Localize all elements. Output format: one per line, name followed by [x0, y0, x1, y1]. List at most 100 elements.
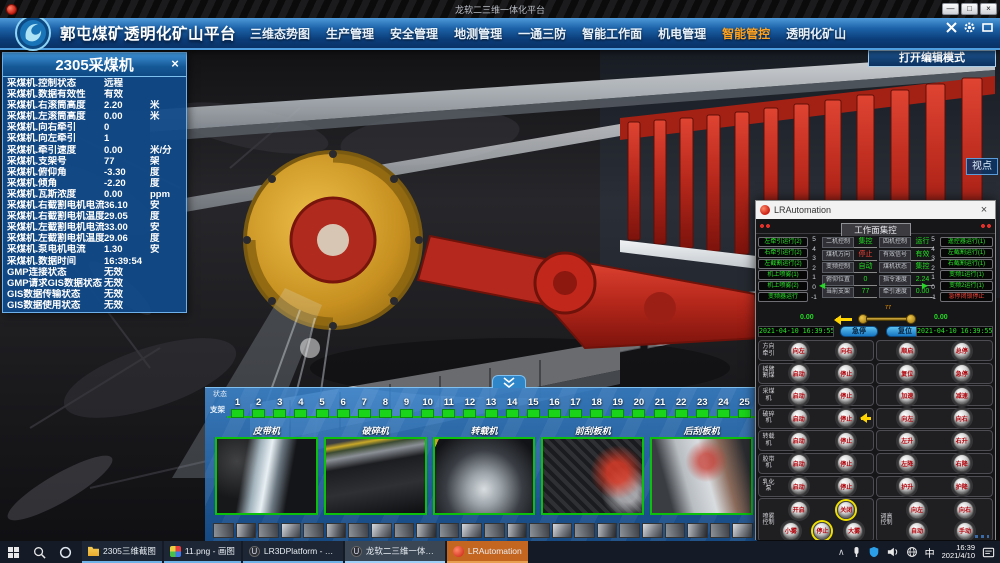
- filmstrip-thumb[interactable]: [687, 523, 708, 538]
- filmstrip-thumb[interactable]: [710, 523, 731, 538]
- start-button[interactable]: [0, 541, 26, 563]
- camera-thumbnail[interactable]: [324, 437, 427, 515]
- control-button[interactable]: 向右: [837, 342, 855, 360]
- nav-item[interactable]: 透明化矿山: [778, 25, 854, 42]
- status-lamp[interactable]: 左截割运行(2): [758, 259, 808, 269]
- filmstrip-thumb[interactable]: [326, 523, 347, 538]
- control-button[interactable]: 停止: [837, 364, 855, 382]
- lr-close-icon[interactable]: ×: [977, 204, 991, 216]
- nav-item[interactable]: 机电管理: [650, 25, 714, 42]
- control-button[interactable]: 大雾: [845, 522, 863, 540]
- taskbar-task[interactable]: 龙软二三维一体化...: [345, 541, 445, 563]
- support-cell[interactable]: 4: [290, 396, 311, 423]
- camera-thumbnail[interactable]: [215, 437, 318, 515]
- support-cell[interactable]: 16: [544, 396, 565, 423]
- maximize-button[interactable]: □: [961, 3, 978, 15]
- taskbar-task[interactable]: LR3DPlatform - U...: [243, 541, 343, 563]
- camera-thumbnail[interactable]: [541, 437, 644, 515]
- control-button[interactable]: 向左: [908, 501, 926, 519]
- control-button[interactable]: 停止: [813, 522, 831, 540]
- support-cell[interactable]: 10: [417, 396, 438, 423]
- filmstrip-thumb[interactable]: [732, 523, 753, 538]
- control-button[interactable]: 启动: [790, 364, 808, 382]
- control-button[interactable]: 启动: [790, 409, 808, 427]
- control-button[interactable]: 护升: [898, 477, 916, 495]
- support-cell[interactable]: 13: [481, 396, 502, 423]
- minimize-button[interactable]: —: [942, 3, 959, 15]
- control-button[interactable]: 停止: [837, 454, 855, 472]
- nav-item[interactable]: 地测管理: [446, 25, 510, 42]
- control-button[interactable]: 启动: [790, 432, 808, 450]
- control-button[interactable]: 关闭: [837, 501, 855, 519]
- control-button[interactable]: 向右: [956, 501, 974, 519]
- control-button[interactable]: 停止: [837, 387, 855, 405]
- status-lamp[interactable]: 右截割运行(1): [940, 259, 993, 269]
- taskbar-task[interactable]: 2305三维截图: [82, 541, 162, 563]
- filmstrip-thumb[interactable]: [507, 523, 528, 538]
- filmstrip-thumb[interactable]: [461, 523, 482, 538]
- filmstrip-thumb[interactable]: [665, 523, 686, 538]
- status-lamp[interactable]: 变频1运行(1): [940, 270, 993, 280]
- nav-item[interactable]: 智能工作面: [574, 25, 650, 42]
- filmstrip-thumb[interactable]: [258, 523, 279, 538]
- camera-thumbnail[interactable]: [650, 437, 753, 515]
- control-button[interactable]: 急停: [953, 364, 971, 382]
- filmstrip-thumb[interactable]: [371, 523, 392, 538]
- control-button[interactable]: 开启: [790, 501, 808, 519]
- control-button[interactable]: 护降: [953, 477, 971, 495]
- taskbar-task[interactable]: 11.png - 画图: [164, 541, 241, 563]
- collapse-chevron-button[interactable]: [492, 375, 526, 388]
- filmstrip-thumb[interactable]: [439, 523, 460, 538]
- control-button[interactable]: 复位: [898, 364, 916, 382]
- control-button[interactable]: 左降: [898, 454, 916, 472]
- edit-mode-button[interactable]: 打开编辑模式: [868, 50, 996, 67]
- clock[interactable]: 16:39 2021/4/10: [942, 544, 975, 560]
- action-center-icon[interactable]: [982, 546, 995, 559]
- filmstrip-thumb[interactable]: [236, 523, 257, 538]
- support-cell[interactable]: 1: [227, 396, 248, 423]
- control-button[interactable]: 停止: [837, 409, 855, 427]
- window-restore-icon[interactable]: [981, 21, 994, 34]
- filmstrip-thumb[interactable]: [394, 523, 415, 538]
- control-button[interactable]: 向左: [898, 409, 916, 427]
- nav-item[interactable]: 智能管控: [714, 25, 778, 42]
- control-button[interactable]: 右降: [953, 454, 971, 472]
- close-button[interactable]: ×: [980, 3, 997, 15]
- tools-icon[interactable]: [945, 21, 958, 34]
- status-lamp[interactable]: 左截割运行(1): [940, 248, 993, 258]
- filmstrip-thumb[interactable]: [348, 523, 369, 538]
- filmstrip-thumb[interactable]: [597, 523, 618, 538]
- filmstrip-thumb[interactable]: [484, 523, 505, 538]
- filmstrip-thumb[interactable]: [303, 523, 324, 538]
- cortana-button[interactable]: [52, 541, 78, 563]
- support-cell[interactable]: 5: [312, 396, 333, 423]
- search-button[interactable]: [26, 541, 52, 563]
- tray-expand-icon[interactable]: ∧: [838, 547, 845, 558]
- panel-close-icon[interactable]: ×: [167, 56, 183, 72]
- gear-icon[interactable]: [963, 21, 976, 34]
- speaker-icon[interactable]: [887, 546, 899, 558]
- support-cell[interactable]: 18: [586, 396, 607, 423]
- control-button[interactable]: 停止: [837, 477, 855, 495]
- support-cell[interactable]: 25: [734, 396, 755, 423]
- filmstrip-thumb[interactable]: [574, 523, 595, 538]
- tab-workface-control[interactable]: 工作面集控: [841, 223, 911, 236]
- control-button[interactable]: 向右: [953, 409, 971, 427]
- nav-item[interactable]: 生产管理: [318, 25, 382, 42]
- status-lamp[interactable]: 机上喷雾(2): [758, 281, 808, 291]
- status-lamp[interactable]: 急停闭锁停止: [940, 292, 993, 302]
- control-button[interactable]: 启动: [790, 477, 808, 495]
- filmstrip-thumb[interactable]: [642, 523, 663, 538]
- ime-indicator[interactable]: 中: [925, 545, 935, 560]
- support-cell[interactable]: 11: [438, 396, 459, 423]
- control-button[interactable]: 启动: [790, 454, 808, 472]
- support-cell[interactable]: 7: [354, 396, 375, 423]
- estop-button[interactable]: 急停: [840, 326, 878, 337]
- camera-thumbnail[interactable]: [433, 437, 536, 515]
- control-button[interactable]: 自动: [908, 522, 926, 540]
- status-lamp[interactable]: 左牵引运行(2): [758, 237, 808, 247]
- usb-device-icon[interactable]: [852, 546, 861, 558]
- control-button[interactable]: 总停: [953, 342, 971, 360]
- status-lamp[interactable]: 右牵引运行(2): [758, 248, 808, 258]
- support-cell[interactable]: 19: [607, 396, 628, 423]
